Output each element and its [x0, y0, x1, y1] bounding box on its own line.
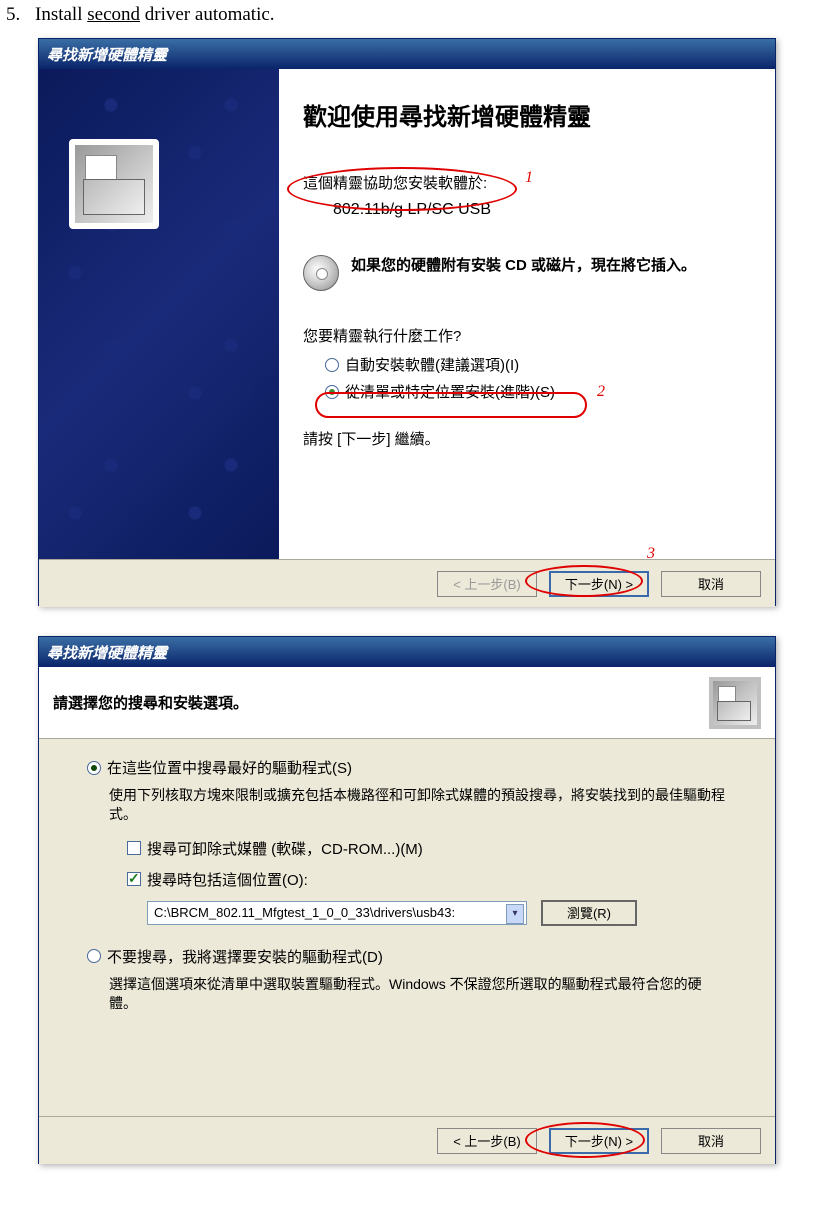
browse-button[interactable]: 瀏覽(R)	[541, 900, 637, 926]
radio-search-locations[interactable]: 在這些位置中搜尋最好的驅動程式(S)	[87, 757, 727, 778]
button-bar: < 上一步(B) 下一步(N) > 取消	[39, 1116, 775, 1164]
radio-auto-install[interactable]: 自動安裝軟體(建議選項)(I)	[325, 354, 751, 375]
wizard-question: 您要精靈執行什麼工作?	[303, 325, 751, 346]
radio-label: 從清單或特定位置安裝(進階)(S)	[345, 381, 555, 402]
checkbox-label: 搜尋可卸除式媒體 (軟碟，CD-ROM...)(M)	[147, 838, 423, 859]
radio-icon	[87, 761, 101, 775]
titlebar[interactable]: 尋找新增硬體精靈	[39, 39, 775, 69]
checkbox-label: 搜尋時包括這個位置(O):	[147, 869, 308, 890]
radio-icon	[325, 385, 339, 399]
found-new-hardware-wizard-1: 尋找新增硬體精靈 歡迎使用尋找新增硬體精靈 這個精靈協助您安裝軟體於: 802.…	[38, 38, 776, 606]
cancel-button[interactable]: 取消	[661, 571, 761, 597]
radio-label: 自動安裝軟體(建議選項)(I)	[345, 354, 519, 375]
back-button: < 上一步(B)	[437, 571, 537, 597]
radio-icon	[87, 949, 101, 963]
cd-prompt-row: 如果您的硬體附有安裝 CD 或磁片，現在將它插入。	[303, 255, 751, 291]
device-installer-icon	[69, 139, 159, 229]
checkbox-icon	[127, 841, 141, 855]
wizard-subheader: 請選擇您的搜尋和安裝選項。	[39, 667, 775, 739]
cd-prompt-text: 如果您的硬體附有安裝 CD 或磁片，現在將它插入。	[351, 255, 696, 276]
install-option-group: 自動安裝軟體(建議選項)(I) 從清單或特定位置安裝(進階)(S)	[325, 354, 751, 402]
checkbox-icon	[127, 872, 141, 886]
next-button[interactable]: 下一步(N) >	[549, 1128, 649, 1154]
path-value: C:\BRCM_802.11_Mfgtest_1_0_0_33\drivers\…	[154, 905, 455, 920]
device-name: 802.11b/g LP/SC USB	[333, 201, 751, 219]
wizard-sidebar	[39, 69, 279, 559]
wizard-content: 歡迎使用尋找新增硬體精靈 這個精靈協助您安裝軟體於: 802.11b/g LP/…	[279, 69, 775, 559]
path-combobox[interactable]: C:\BRCM_802.11_Mfgtest_1_0_0_33\drivers\…	[147, 901, 527, 925]
nosearch-option-block: 不要搜尋，我將選擇要安裝的驅動程式(D) 選擇這個選項來從清單中選取裝置驅動程式…	[87, 946, 727, 1013]
radio-dont-search[interactable]: 不要搜尋，我將選擇要安裝的驅動程式(D)	[87, 946, 727, 967]
nosearch-description: 選擇這個選項來從清單中選取裝置驅動程式。Windows 不保證您所選取的驅動程式…	[109, 975, 727, 1013]
search-option-block: 在這些位置中搜尋最好的驅動程式(S) 使用下列核取方塊來限制或擴充包括本機路徑和…	[87, 757, 727, 926]
radio-label: 在這些位置中搜尋最好的驅動程式(S)	[107, 757, 352, 778]
document-step: 5. Install second driver automatic.	[6, 4, 275, 26]
wizard-content: 在這些位置中搜尋最好的驅動程式(S) 使用下列核取方塊來限制或擴充包括本機路徑和…	[39, 739, 775, 1116]
wizard-welcome-title: 歡迎使用尋找新增硬體精靈	[303, 97, 751, 132]
radio-label: 不要搜尋，我將選擇要安裝的驅動程式(D)	[107, 946, 383, 967]
back-button[interactable]: < 上一步(B)	[437, 1128, 537, 1154]
subheader-title: 請選擇您的搜尋和安裝選項。	[53, 692, 248, 713]
window-title: 尋找新增硬體精靈	[47, 44, 167, 65]
cancel-button[interactable]: 取消	[661, 1128, 761, 1154]
path-row: C:\BRCM_802.11_Mfgtest_1_0_0_33\drivers\…	[147, 900, 727, 926]
button-bar: < 上一步(B) 下一步(N) > 取消 3	[39, 559, 775, 607]
found-new-hardware-wizard-2: 尋找新增硬體精靈 請選擇您的搜尋和安裝選項。 在這些位置中搜尋最好的驅動程式(S…	[38, 636, 776, 1164]
device-installer-icon	[709, 677, 761, 729]
radio-list-install[interactable]: 從清單或特定位置安裝(進階)(S)	[325, 381, 751, 402]
search-description: 使用下列核取方塊來限制或擴充包括本機路徑和可卸除式媒體的預設搜尋，將安裝找到的最…	[109, 786, 727, 824]
next-button[interactable]: 下一步(N) >	[549, 571, 649, 597]
help-text: 這個精靈協助您安裝軟體於:	[303, 172, 751, 193]
titlebar[interactable]: 尋找新增硬體精靈	[39, 637, 775, 667]
checkbox-include-location[interactable]: 搜尋時包括這個位置(O):	[127, 869, 727, 890]
checkbox-removable-media[interactable]: 搜尋可卸除式媒體 (軟碟，CD-ROM...)(M)	[127, 838, 727, 859]
cd-icon	[303, 255, 339, 291]
step-number: 5.	[6, 4, 20, 25]
continue-instruction: 請按 [下一步] 繼續。	[303, 428, 751, 449]
window-title: 尋找新增硬體精靈	[47, 642, 167, 663]
radio-icon	[325, 358, 339, 372]
